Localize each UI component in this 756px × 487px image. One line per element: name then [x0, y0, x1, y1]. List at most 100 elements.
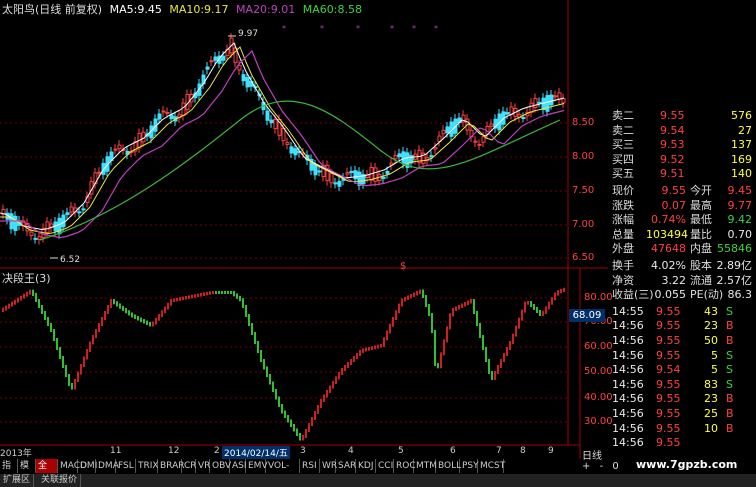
tab-vol-tdx[interactable]: VOL-TDX	[266, 459, 300, 485]
tab-brar[interactable]: BRAR	[158, 459, 184, 473]
indicator-bar	[470, 299, 472, 304]
tab-boll[interactable]: BOLL	[436, 459, 461, 473]
period-label[interactable]: 日线	[582, 447, 602, 462]
indicator-bar	[542, 310, 544, 316]
indicator-bar	[503, 353, 505, 362]
indicator-bar	[404, 297, 406, 302]
order-row: 卖二 9.55 576	[608, 108, 756, 123]
tab-item[interactable]: 指标	[0, 459, 18, 485]
zoom-out-button[interactable]: -	[600, 461, 604, 472]
zoom-controls: + - 0	[582, 461, 619, 472]
tab-rsi[interactable]: RSI	[300, 459, 320, 473]
indicator-bar	[206, 291, 208, 296]
candle-body	[209, 60, 214, 63]
indicator-bar	[131, 312, 133, 318]
indicator-bar	[122, 305, 124, 311]
tab-dma[interactable]: DMA	[96, 459, 119, 473]
tick-volume: 5	[711, 363, 718, 377]
indicator-bar	[137, 316, 139, 321]
indicator-bar	[203, 292, 205, 296]
tick-side: B	[726, 334, 734, 347]
chart-canvas[interactable]: 9.97 6.52 $ * * * * * *	[0, 0, 608, 459]
candle-body	[529, 102, 534, 113]
tick-side: B	[726, 319, 734, 333]
indicator-bar	[551, 297, 553, 305]
tab-cci[interactable]: CCI	[376, 459, 394, 473]
tick-side: B	[726, 407, 734, 420]
tick-row: 14:56 9.55	[608, 435, 756, 450]
indicator-bar	[431, 313, 433, 333]
indicator-bar	[323, 394, 325, 402]
indicator-bar	[308, 423, 310, 432]
tab-roc[interactable]: ROC	[394, 459, 416, 473]
tick-row: 14:56 9.55 83 S	[608, 377, 756, 392]
indicator-bar	[239, 295, 241, 302]
tab-trix[interactable]: TRIX	[136, 459, 159, 473]
tab-psy[interactable]: PSY	[460, 459, 479, 473]
tab-mcst[interactable]: MCST	[478, 459, 505, 473]
indicator-bar	[254, 332, 256, 344]
zoom-reset-button[interactable]: 0	[612, 461, 618, 472]
tab-vr[interactable]: VR	[196, 459, 210, 473]
candle-body	[357, 171, 362, 186]
bottom-tab-related-quote[interactable]: 关联报价	[38, 474, 82, 487]
tab-macd[interactable]: MACD	[58, 459, 87, 473]
indicator-bar	[428, 304, 430, 316]
tab-dmi[interactable]: DMI	[78, 459, 97, 473]
indicator-bar	[455, 306, 457, 311]
bottom-tab-extension[interactable]: 扩展区	[0, 474, 35, 487]
tick-row: 14:56 9.55 5 S	[608, 348, 756, 363]
tick-volume: 5	[711, 348, 718, 362]
candle-body	[545, 95, 550, 112]
tick-volume: 23	[704, 319, 718, 333]
tab-fsl[interactable]: FSL	[116, 459, 136, 473]
indicator-bar	[47, 317, 49, 326]
indicator-bar	[119, 303, 121, 309]
order-volume: 169	[731, 152, 752, 166]
candle-body	[549, 94, 554, 106]
indicator-bar	[83, 356, 85, 367]
indicator-bar	[434, 330, 436, 366]
indicator-bar	[212, 291, 214, 295]
stat-value: 9.77	[727, 198, 753, 212]
indicator-bar	[500, 359, 502, 368]
tab-item[interactable]: 全部	[36, 459, 58, 485]
indicator-bar	[8, 303, 10, 309]
indicator-bar	[539, 310, 541, 316]
tab-kdj[interactable]: KDJ	[356, 459, 376, 473]
zoom-in-button[interactable]: +	[582, 461, 590, 472]
stat-value: 55846	[717, 242, 752, 256]
stock-name: 太阳鸟(日线 前复权)	[2, 3, 103, 16]
high-label: 9.97	[238, 29, 258, 39]
indicator-bar	[59, 347, 61, 359]
tab-asi[interactable]: ASI	[230, 459, 247, 473]
tick-row: 14:56 9.55 25 B	[608, 406, 756, 421]
indicator-bar	[104, 311, 106, 320]
indicator-bar	[77, 371, 79, 382]
time-label: 5	[398, 446, 404, 456]
stat-row: 净资 3.22 流通 2.57亿	[608, 273, 756, 288]
tab-mtm[interactable]: MTM	[414, 459, 437, 473]
indicator-bar	[242, 298, 244, 308]
indicator-bar	[386, 330, 388, 341]
tab-emv[interactable]: EMV	[246, 459, 268, 473]
tab-cr[interactable]: CR	[182, 459, 197, 473]
stat-label: 涨幅	[612, 213, 634, 227]
time-label-active: 2014/02/14/五	[222, 446, 290, 459]
chart-header: 太阳鸟(日线 前复权) MA5:9.45 MA10:9.17 MA20:9.01…	[2, 1, 362, 17]
tab-sar[interactable]: SAR	[336, 459, 356, 473]
tab-wr[interactable]: WR	[320, 459, 337, 473]
tick-volume: 83	[704, 377, 718, 391]
indicator-bar	[410, 294, 412, 299]
stat-row: 涨幅 0.74% 最低 9.42	[608, 212, 756, 227]
indicator-bar	[260, 350, 262, 362]
indicator-bar	[158, 314, 160, 321]
tab-item[interactable]: 模板	[18, 459, 36, 485]
indicator-bar	[380, 344, 382, 348]
tick-side: B	[726, 392, 734, 406]
candle-body	[337, 180, 342, 187]
order-price: 9.51	[660, 167, 685, 181]
tab-obv[interactable]: OBV	[210, 459, 231, 473]
candle-body	[345, 172, 350, 175]
stat-value: 9.45	[727, 184, 753, 197]
